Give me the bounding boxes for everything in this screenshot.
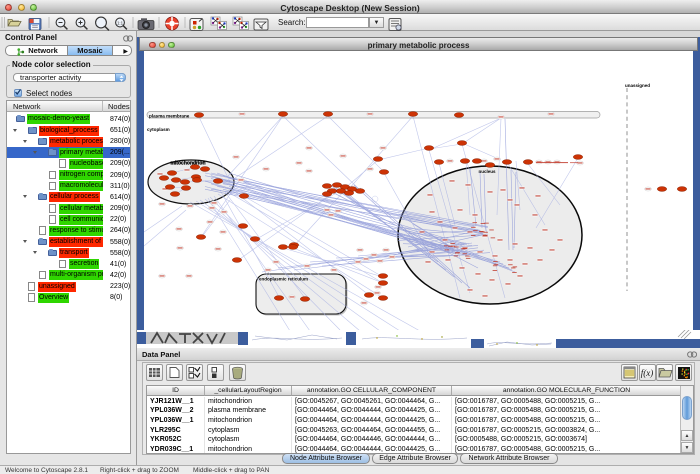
svg-text:nucleus: nucleus xyxy=(478,169,496,174)
svg-text:endoplasmic reticulum: endoplasmic reticulum xyxy=(259,277,308,282)
svg-text:unassigned: unassigned xyxy=(625,83,650,88)
svg-text:cytoplasm: cytoplasm xyxy=(147,127,170,132)
svg-text:plasma membrane: plasma membrane xyxy=(149,113,190,118)
svg-text:1:1: 1:1 xyxy=(117,20,124,25)
svg-text:mitochondrion: mitochondrion xyxy=(171,161,206,167)
